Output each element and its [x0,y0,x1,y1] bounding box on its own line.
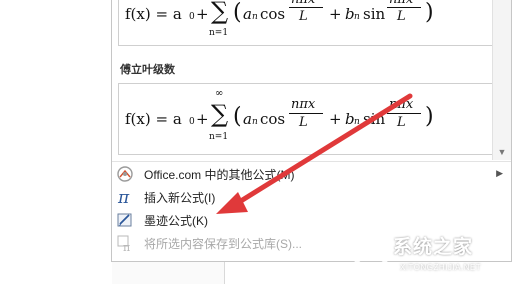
office-icon [117,166,133,182]
gallery-scrollbar[interactable]: ▼ [492,0,511,160]
document-area-left [0,0,112,284]
watermark: 系统之家 XITONGZHIJIA.NET [345,226,510,278]
ink-equation-icon [117,213,132,227]
equation-gallery: f(x) = a 0 + ∑ n=1 ( a n cos nπx L + b n… [112,0,494,160]
watermark-url: XITONGZHIJIA.NET [400,263,482,272]
fourier-formula-top: f(x) = a 0 + ∑ n=1 ( a n cos nπx L + b n… [125,0,434,38]
svg-text:π: π [123,241,130,252]
watermark-text: 系统之家 [393,237,474,258]
watermark-logo-icon [351,230,391,270]
menu-label-office-equations: Office.com 中的其他公式(M) [144,168,295,182]
fourier-formula: f(x) = a 0 + ∞ ∑ n=1 ( a n cos nπx L + b… [125,88,434,142]
equation-item-fourier-top[interactable]: f(x) = a 0 + ∑ n=1 ( a n cos nπx L + b n… [118,0,494,46]
menu-label-save-to-gallery: 将所选内容保存到公式库(S)... [144,237,302,251]
scroll-down-icon[interactable]: ▼ [496,146,508,158]
save-to-gallery-icon: π [117,235,130,252]
svg-text:π: π [117,188,130,206]
menu-label-insert-new-equation: 插入新公式(I) [144,191,216,205]
menu-item-insert-new-equation[interactable]: π 插入新公式(I) [112,185,511,208]
equation-item-fourier[interactable]: f(x) = a 0 + ∞ ∑ n=1 ( a n cos nπx L + b… [118,83,494,155]
pi-icon: π [117,188,130,206]
submenu-arrow-icon: ▶ [496,168,503,178]
equation-dropdown: f(x) = a 0 + ∑ n=1 ( a n cos nπx L + b n… [111,0,512,262]
menu-item-office-equations[interactable]: Office.com 中的其他公式(M) ▶ [112,162,511,185]
menu-label-ink-equation: 墨迹公式(K) [144,214,208,228]
section-title-fourier: 傅立叶级数 [120,64,175,76]
